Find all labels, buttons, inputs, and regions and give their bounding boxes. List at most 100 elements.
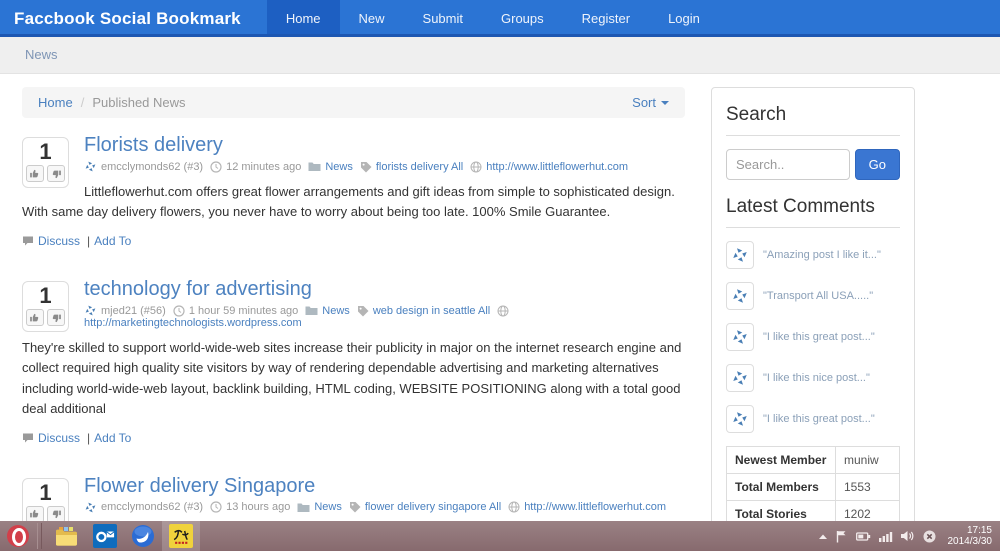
file-explorer-taskbar-icon[interactable] [48, 521, 86, 551]
nav-item-new[interactable]: New [340, 0, 404, 34]
story-url-link[interactable]: http://marketingtechnologists.wordpress.… [84, 317, 302, 329]
tag-icon [357, 305, 369, 317]
show-hidden-icons-chevron[interactable] [818, 532, 828, 540]
story-category-link[interactable]: News [314, 501, 342, 513]
outlook-taskbar-icon[interactable] [86, 521, 124, 551]
vote-count: 1 [39, 139, 52, 164]
nav-item-login[interactable]: Login [649, 0, 719, 34]
clock-icon [210, 501, 222, 513]
sidebar: Search Go Latest Comments "Amazing post … [711, 87, 915, 551]
nav-item-groups[interactable]: Groups [482, 0, 563, 34]
battery-icon[interactable] [855, 531, 871, 542]
thumbs-up-icon [30, 510, 39, 518]
thumbs-up-icon [30, 313, 39, 322]
comment-link[interactable]: "I like this great post..." [763, 330, 875, 344]
comment-item: "I like this great post..." [726, 323, 900, 351]
discuss-link[interactable]: Discuss [38, 431, 80, 445]
story-author-link[interactable]: emcclymonds62 (#3) [101, 501, 203, 513]
browser-viewport: Faccbook Social Bookmark Home New Submit… [0, 0, 1000, 551]
windows-taskbar: 17:15 2014/3/30 [0, 521, 1000, 551]
table-row: Newest Member muniw [726, 446, 901, 474]
secondary-navbar: News [0, 37, 1000, 74]
table-row: Total Members 1553 [726, 473, 901, 501]
story-title-link[interactable]: technology for advertising [84, 278, 312, 300]
comment-link[interactable]: "Amazing post I like it..." [763, 248, 881, 262]
story-author-link[interactable]: mjed21 (#56) [101, 305, 166, 317]
folder-icon [297, 502, 310, 513]
story-description: They're skilled to support world-wide-we… [22, 340, 682, 416]
add-to-link[interactable]: Add To [94, 431, 131, 445]
story-title-link[interactable]: Florists delivery [84, 134, 223, 156]
story-description: Littleflowerhut.com offers great flower … [22, 184, 675, 220]
volume-icon[interactable] [900, 530, 915, 542]
nav-item-register[interactable]: Register [563, 0, 649, 34]
story-list: Home / Published News Sort 1 Florists de… [22, 87, 685, 551]
vote-count: 1 [39, 283, 52, 309]
taskbar-separator [37, 523, 42, 549]
tag-icon [349, 501, 361, 513]
yellow-app-taskbar-icon[interactable] [162, 521, 200, 551]
story-author-link[interactable]: emcclymonds62 (#3) [101, 161, 203, 173]
comment-bubble-icon [22, 432, 34, 444]
thumbs-down-button[interactable] [47, 309, 65, 327]
avatar-icon [84, 304, 97, 317]
globe-icon [497, 305, 509, 317]
comment-item: "Amazing post I like it..." [726, 241, 900, 269]
clock-icon [173, 305, 185, 317]
breadcrumb-home-link[interactable]: Home [38, 95, 73, 110]
explorer-folder-icon [56, 527, 77, 546]
story-title-link[interactable]: Flower delivery Singapore [84, 475, 315, 497]
thumbs-up-button[interactable] [26, 165, 44, 182]
blue-sphere-icon [132, 525, 154, 547]
thumbs-down-icon [52, 510, 61, 519]
add-to-link[interactable]: Add To [94, 234, 131, 248]
story-time: 1 hour 59 minutes ago [188, 304, 299, 317]
yellow-calligraphy-icon [169, 524, 193, 548]
story-time: 13 hours ago [226, 501, 291, 514]
action-center-flag-icon[interactable] [836, 530, 848, 543]
comment-item: "I like this nice post..." [726, 364, 900, 392]
thumbs-down-icon [52, 314, 61, 322]
opera-taskbar-icon[interactable] [7, 525, 29, 547]
circle-x-status-icon[interactable] [923, 530, 936, 543]
folder-icon [308, 161, 321, 172]
comment-link[interactable]: "I like this nice post..." [763, 371, 870, 385]
nav-item-submit[interactable]: Submit [404, 0, 482, 34]
story-category-link[interactable]: News [322, 305, 350, 317]
sort-dropdown[interactable]: Sort [632, 95, 669, 110]
story-item: 1 Florists delivery emcclymonds62 (#3) 1… [22, 134, 685, 248]
breadcrumb-current: Published News [92, 95, 186, 110]
story-url-link[interactable]: http://www.littleflowerhut.com [524, 501, 666, 513]
comment-link[interactable]: "Transport All USA....." [763, 289, 873, 303]
clock-icon [210, 160, 222, 173]
avatar-icon [726, 282, 754, 310]
discuss-link[interactable]: Discuss [38, 234, 80, 248]
avatar-icon [84, 160, 97, 173]
subnav-news-link[interactable]: News [25, 47, 58, 62]
comment-link[interactable]: "I like this great post..." [763, 412, 875, 426]
vote-count: 1 [39, 479, 52, 505]
nav-item-home[interactable]: Home [266, 0, 340, 34]
search-go-button[interactable]: Go [854, 149, 900, 180]
clock-date: 2014/3/30 [947, 536, 993, 547]
thumbs-up-icon [30, 169, 39, 177]
story-time: 12 minutes ago [226, 160, 302, 173]
taskbar-clock[interactable]: 17:15 2014/3/30 [944, 525, 993, 547]
search-input[interactable] [726, 149, 850, 180]
globe-icon [470, 161, 482, 173]
story-category-link[interactable]: News [325, 161, 353, 173]
story-url-link[interactable]: http://www.littleflowerhut.com [486, 161, 628, 173]
thumbs-up-button[interactable] [26, 309, 44, 327]
network-signal-icon[interactable] [878, 531, 893, 542]
thumbs-down-button[interactable] [47, 165, 65, 182]
blue-sphere-app-taskbar-icon[interactable] [124, 521, 162, 551]
search-heading: Search [726, 104, 787, 125]
avatar-icon [726, 241, 754, 269]
story-tags-link[interactable]: florists delivery All [376, 161, 463, 173]
story-tags-link[interactable]: flower delivery singapore All [365, 501, 501, 513]
avatar-icon [84, 501, 97, 514]
site-brand[interactable]: Faccbook Social Bookmark [0, 0, 255, 34]
top-navbar: Faccbook Social Bookmark Home New Submit… [0, 0, 1000, 37]
avatar-icon [726, 323, 754, 351]
story-tags-link[interactable]: web design in seattle All [373, 305, 490, 317]
